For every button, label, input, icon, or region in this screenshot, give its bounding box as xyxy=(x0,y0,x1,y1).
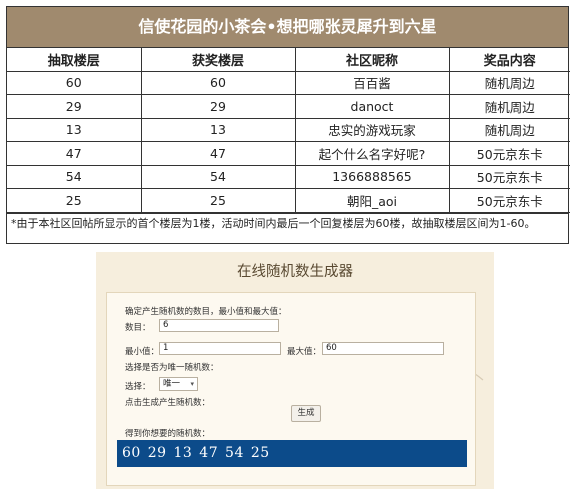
unique-select[interactable]: 唯一 ▾ xyxy=(159,377,198,391)
max-label: 最大值： xyxy=(287,347,322,357)
column-header-prize: 奖品内容 xyxy=(448,48,570,72)
count-input[interactable]: 6 xyxy=(159,319,279,332)
prize-cell: 50元京东卡 xyxy=(448,164,570,189)
draw-floor-cell: 25 xyxy=(7,188,142,213)
table-row: 54 54 1366888565 50元京东卡 xyxy=(7,164,570,189)
table-row: 47 47 起个什么名字好呢? 50元京东卡 xyxy=(7,141,570,166)
result-output: 60 29 13 47 54 25 xyxy=(117,440,467,467)
draw-floor-cell: 13 xyxy=(7,117,142,142)
prize-cell: 随机周边 xyxy=(448,117,570,142)
generate-button[interactable]: 生成 xyxy=(291,405,321,422)
nickname-cell: 百百酱 xyxy=(294,70,450,95)
draw-floor-cell: 60 xyxy=(7,70,142,95)
draw-floor-cell: 54 xyxy=(7,164,142,189)
instruction-text: 确定产生随机数的数目，最小值和最大值： xyxy=(125,307,287,317)
table-row: 13 13 忠实的游戏玩家 随机周边 xyxy=(7,117,570,142)
generator-title: 在线随机数生成器 xyxy=(237,264,353,280)
result-label: 得到你想要的随机数： xyxy=(125,429,211,439)
min-input[interactable]: 1 xyxy=(159,342,281,355)
random-number-generator: 9 6 3 7 在线随机数生成器 确定产生随机数的数目，最小值和最大值： 数目：… xyxy=(96,252,494,489)
unique-select-value: 唯一 xyxy=(163,379,181,389)
board-title: 信使花园的小茶会•想把哪张灵犀升到六星 xyxy=(7,7,568,48)
prize-cell: 随机周边 xyxy=(448,70,570,95)
column-header-draw-floor: 抽取楼层 xyxy=(7,48,142,72)
unique-prompt: 选择是否为唯一随机数： xyxy=(125,363,219,373)
nickname-cell: 1366888565 xyxy=(294,164,450,189)
table-row: 60 60 百百酱 随机周边 xyxy=(7,70,570,95)
lottery-table: 抽取楼层 获奖楼层 社区昵称 奖品内容 60 60 百百酱 随机周边 29 29… xyxy=(7,48,570,213)
select-label: 选择： xyxy=(125,382,151,392)
winning-floor-cell: 47 xyxy=(140,141,296,166)
chevron-down-icon: ▾ xyxy=(190,380,194,388)
table-row: 25 25 朝阳_aoi 50元京东卡 xyxy=(7,188,570,213)
winning-floor-cell: 60 xyxy=(140,70,296,95)
nickname-cell: 忠实的游戏玩家 xyxy=(294,117,450,142)
winning-floor-cell: 13 xyxy=(140,117,296,142)
min-label: 最小值： xyxy=(125,347,160,357)
board-footnote: *由于本社区回帖所显示的首个楼层为1楼，活动时间内最后一个回复楼层为60楼，故抽… xyxy=(7,212,568,243)
nickname-cell: 朝阳_aoi xyxy=(294,188,450,213)
nickname-cell: danoct xyxy=(294,94,450,119)
lottery-results-board: 信使花园的小茶会•想把哪张灵犀升到六星 抽取楼层 获奖楼层 社区昵称 奖品内容 … xyxy=(6,6,570,244)
table-row: 29 29 danoct 随机周边 xyxy=(7,94,570,119)
click-prompt: 点击生成产生随机数： xyxy=(125,398,211,408)
draw-floor-cell: 47 xyxy=(7,141,142,166)
max-input[interactable]: 60 xyxy=(322,342,444,355)
prize-cell: 随机周边 xyxy=(448,94,570,119)
table-header-row: 抽取楼层 获奖楼层 社区昵称 奖品内容 xyxy=(7,48,570,72)
prize-cell: 50元京东卡 xyxy=(448,141,570,166)
column-header-winning-floor: 获奖楼层 xyxy=(140,48,296,72)
nickname-cell: 起个什么名字好呢? xyxy=(294,141,450,166)
winning-floor-cell: 29 xyxy=(140,94,296,119)
column-header-nickname: 社区昵称 xyxy=(294,48,450,72)
winning-floor-cell: 25 xyxy=(140,188,296,213)
winning-floor-cell: 54 xyxy=(140,164,296,189)
generator-panel: 确定产生随机数的数目，最小值和最大值： 数目： 6 最小值： 1 最大值： 60… xyxy=(106,292,476,486)
count-label: 数目： xyxy=(125,323,151,333)
prize-cell: 50元京东卡 xyxy=(448,188,570,213)
draw-floor-cell: 29 xyxy=(7,94,142,119)
